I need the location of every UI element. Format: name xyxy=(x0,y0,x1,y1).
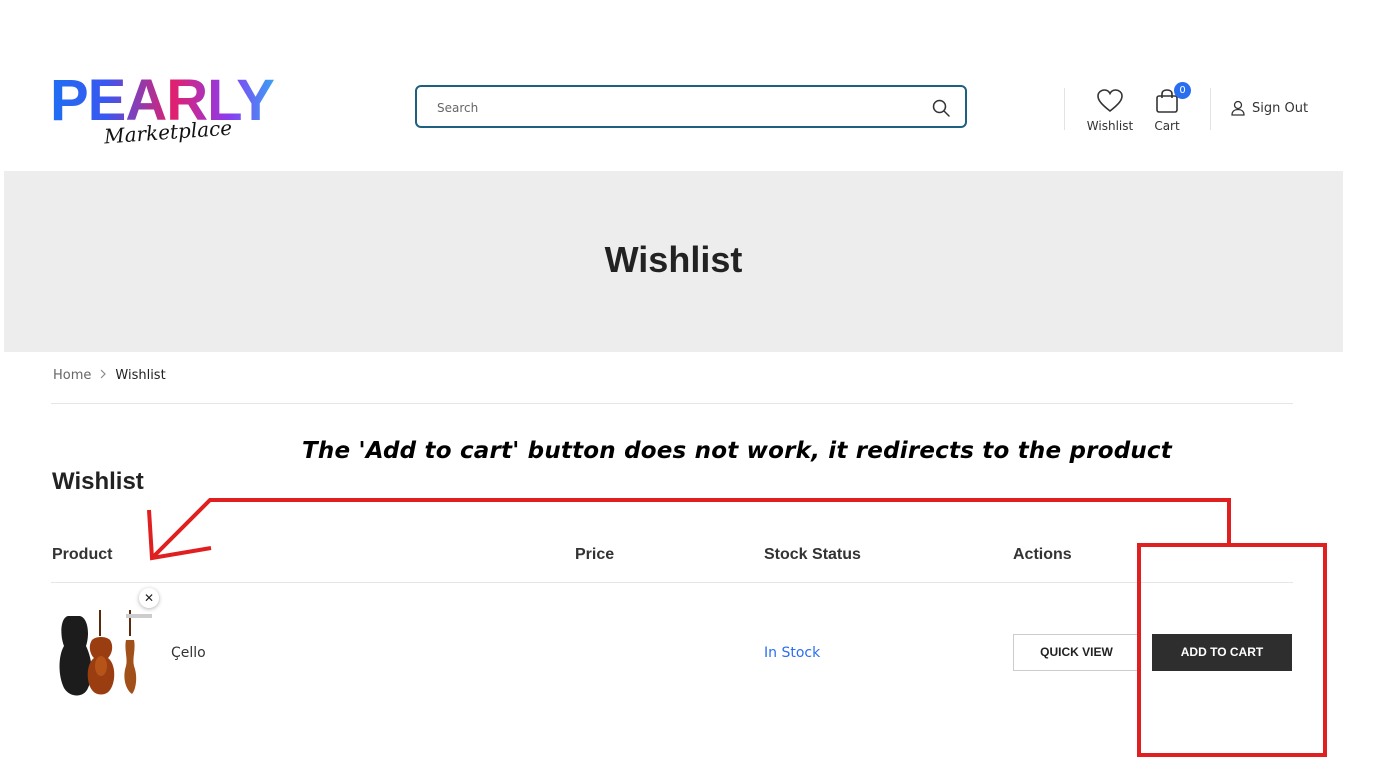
annotation-text: The 'Add to cart' button does not work, … xyxy=(302,438,1172,464)
heart-icon xyxy=(1096,88,1124,114)
cello-image[interactable] xyxy=(56,606,156,698)
cart-icon: 0 xyxy=(1153,82,1191,114)
column-header-actions: Actions xyxy=(1013,546,1072,563)
breadcrumb-current: Wishlist xyxy=(115,368,166,383)
divider xyxy=(51,403,1293,404)
cart-label: Cart xyxy=(1154,119,1180,133)
close-icon: ✕ xyxy=(143,591,155,605)
search-bar xyxy=(415,85,967,128)
sign-out-link[interactable]: Sign Out xyxy=(1230,100,1308,116)
search-input[interactable] xyxy=(435,97,919,119)
header-divider-2 xyxy=(1210,88,1211,130)
breadcrumb: Home Wishlist xyxy=(53,368,166,383)
annotation-arrow-head xyxy=(147,509,212,561)
page-title: Wishlist xyxy=(604,239,743,280)
search-icon[interactable] xyxy=(931,98,951,118)
wishlist-link[interactable]: Wishlist xyxy=(1086,88,1134,133)
product-name[interactable]: Çello xyxy=(171,645,206,661)
cart-link[interactable]: 0 Cart xyxy=(1151,82,1191,133)
header-divider xyxy=(1064,88,1065,130)
stock-status: In Stock xyxy=(764,645,821,661)
column-header-price: Price xyxy=(575,546,615,563)
add-to-cart-button[interactable]: ADD TO CART xyxy=(1152,634,1292,671)
column-header-stock: Stock Status xyxy=(764,546,861,563)
wishlist-title: Wishlist xyxy=(52,468,144,495)
user-icon xyxy=(1230,100,1246,116)
site-logo[interactable]: PEARLY Marketplace xyxy=(50,72,290,152)
remove-item-button[interactable]: ✕ xyxy=(139,588,159,608)
column-header-product: Product xyxy=(52,546,113,563)
wishlist-label: Wishlist xyxy=(1086,119,1134,133)
quick-view-button[interactable]: QUICK VIEW xyxy=(1013,634,1140,671)
breadcrumb-home[interactable]: Home xyxy=(53,368,91,383)
cart-count-badge: 0 xyxy=(1174,82,1191,99)
table-header-divider xyxy=(51,582,1293,583)
page-banner: Wishlist xyxy=(4,171,1343,352)
chevron-right-icon xyxy=(99,368,107,383)
sign-out-label: Sign Out xyxy=(1252,100,1309,116)
